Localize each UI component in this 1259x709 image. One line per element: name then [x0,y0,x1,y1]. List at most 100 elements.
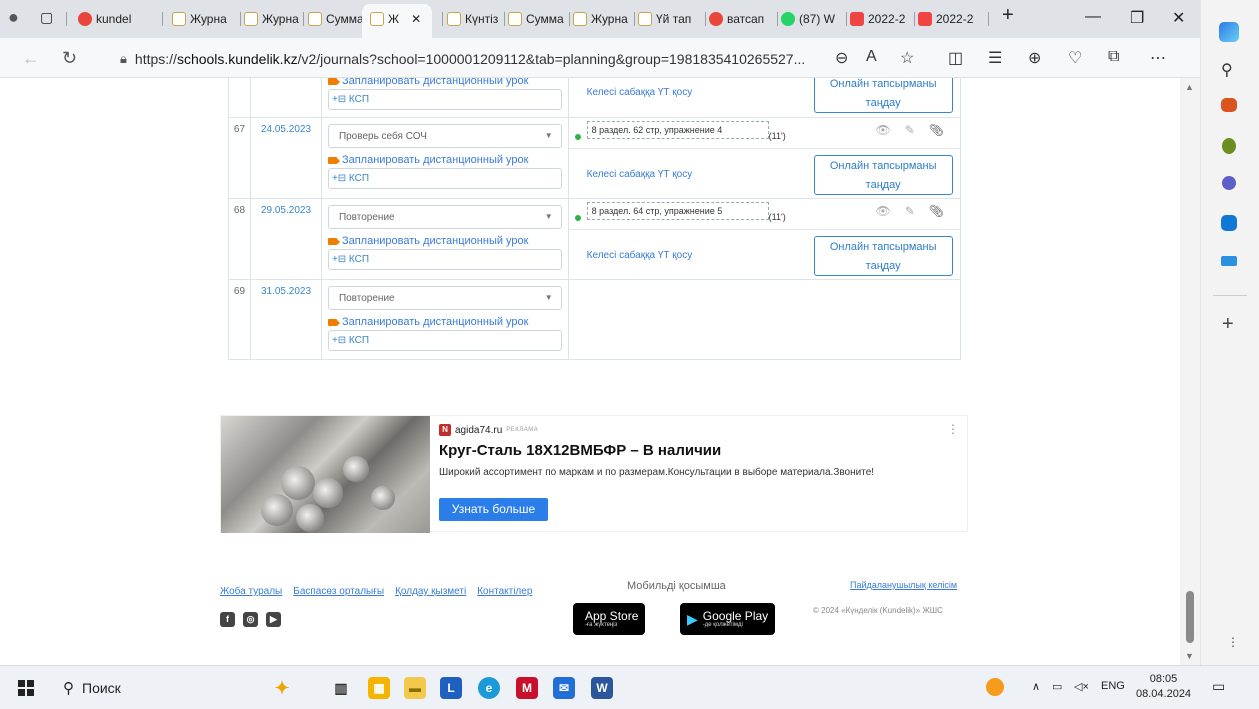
favorites-icon[interactable]: ☰ [988,48,1002,68]
ad-learn-more-button[interactable]: Узнать больше [439,498,548,521]
copilot-sparkle-icon[interactable]: ✦ [262,677,302,699]
mail-icon[interactable]: ✉ [553,677,575,699]
battery-icon[interactable]: ▭ [1052,680,1062,693]
ad-menu-icon[interactable]: ⋮ [947,422,959,436]
browser-essentials-icon[interactable]: ♡ [1068,48,1082,68]
lesson-date[interactable] [249,78,322,118]
app-store-button[interactable]: App Store -ға жүктеңіз [573,603,646,635]
schedule-remote-lesson-link[interactable]: Запланировать дистанционный урок [327,316,562,328]
tab-6[interactable]: Сумма [508,8,564,30]
word-icon[interactable]: W [591,677,613,699]
topic-select[interactable]: Повторение ▼ [327,286,562,310]
language-indicator[interactable]: ENG [1101,680,1125,692]
ms-store-icon[interactable]: ▦ [368,677,390,699]
ksp-button[interactable]: +⊟ КСП [327,89,562,110]
weather-icon[interactable] [986,678,1004,696]
volume-icon[interactable]: ◁× [1074,680,1089,693]
instagram-icon[interactable]: ◎ [243,612,258,627]
mcafee-icon[interactable]: M [516,677,538,699]
pencil-icon[interactable]: ✎ [905,123,915,137]
restore-icon[interactable]: ❐ [1130,8,1144,28]
split-screen-icon[interactable]: ◫ [948,48,963,68]
homework-text[interactable]: 8 раздел. 64 стр, упражнение 5 [586,202,769,220]
tab-active[interactable]: Ж ✕ [370,8,421,30]
topic-select[interactable]: Проверь себя СОЧ ▼ [327,124,562,148]
add-next-homework-link[interactable]: Келесі сабаққа ҮТ қосу [587,87,693,98]
close-tab-icon[interactable]: ✕ [411,12,421,26]
schedule-remote-lesson-link[interactable]: Запланировать дистанционный урок [327,78,562,87]
eye-icon[interactable]: 👁︎ [875,204,890,218]
drop-icon[interactable] [1221,256,1237,266]
lesson-date[interactable]: 31.05.2023 [249,279,322,360]
shopping-icon[interactable] [1221,98,1237,112]
youtube-icon[interactable]: ▶ [266,612,281,627]
advertisement[interactable]: N agida74.ru РЕКЛАМА Круг-Сталь 18Х12ВМБ… [220,415,968,533]
read-aloud-icon[interactable]: A [866,48,877,66]
add-next-homework-link[interactable]: Келесі сабаққа ҮТ қосу [587,250,693,261]
user-agreement-link[interactable]: Пайдаланушылық келісім [850,580,957,590]
lesson-date[interactable]: 24.05.2023 [249,117,322,199]
footer-link-press[interactable]: Баспасөз орталығы [293,586,384,597]
scroll-down-icon[interactable]: ▼ [1185,651,1194,661]
favorite-star-icon[interactable]: ☆ [900,48,914,68]
zoom-icon[interactable]: ⊖ [835,48,848,68]
tab-12[interactable]: 2022-2 [918,8,973,30]
tab-9[interactable]: ватсап [709,8,764,30]
footer-link-about[interactable]: Жоба туралы [220,586,282,597]
more-menu-icon[interactable]: ⋯ [1150,48,1166,68]
refresh-icon[interactable]: ↻ [62,48,77,69]
footer-link-support[interactable]: Қолдау қызметі [395,586,466,597]
paperclip-icon[interactable]: 📎︎ [929,204,944,218]
ad-source[interactable]: N agida74.ru РЕКЛАМА [439,424,538,436]
office-icon[interactable] [1222,176,1236,190]
facebook-icon[interactable]: f [220,612,235,627]
l-app-icon[interactable]: L [440,677,462,699]
sidebar-settings-icon[interactable]: ⋮ [1227,635,1239,649]
close-window-icon[interactable]: ✕ [1172,8,1185,28]
outlook-icon[interactable] [1221,215,1237,231]
tab-10[interactable]: (87) W [781,8,835,30]
search-icon[interactable]: ⚲ [1221,60,1233,80]
windows-start-icon[interactable] [18,680,34,696]
show-hidden-icons-icon[interactable]: ∧ [1032,680,1040,693]
paperclip-icon[interactable]: 📎︎ [929,123,944,137]
scroll-up-icon[interactable]: ▲ [1185,82,1194,92]
tab-5[interactable]: Күнтіз [447,8,498,30]
notifications-icon[interactable]: ▭ [1212,678,1225,695]
ksp-button[interactable]: +⊟ КСП [327,249,562,270]
schedule-remote-lesson-link[interactable]: Запланировать дистанционный урок [327,235,562,247]
site-info-icon[interactable]: 🔒︎ [120,51,127,67]
lesson-date[interactable]: 29.05.2023 [249,198,322,280]
ksp-button[interactable]: +⊟ КСП [327,330,562,351]
ad-title[interactable]: Круг-Сталь 18Х12ВМБФР – В наличии [439,442,721,459]
online-task-button[interactable]: Онлайн тапсырманы таңдау [813,236,953,276]
system-clock[interactable]: 08:05 08.04.2024 [1136,672,1191,702]
tab-0[interactable]: kundel [78,8,131,30]
eye-icon[interactable]: 👁︎ [875,123,890,137]
tab-1[interactable]: Журна [172,8,227,30]
online-task-button[interactable]: Онлайн тапсырманы таңдау [813,155,953,195]
tab-11[interactable]: 2022-2 [850,8,905,30]
online-task-button[interactable]: Онлайн тапсырманы таңдау [813,78,953,113]
back-icon[interactable]: ← [22,48,40,69]
tab-7[interactable]: Журна [573,8,628,30]
new-tab-icon[interactable]: + [1002,4,1014,27]
ad-image[interactable] [221,416,430,533]
scroll-thumb[interactable] [1186,591,1194,643]
homework-text[interactable]: 8 раздел. 62 стр, упражнение 4 [586,121,769,139]
page-scrollbar[interactable]: ▲ ▼ [1180,78,1200,665]
copilot-icon[interactable] [1219,22,1239,42]
taskbar-search[interactable]: ⚲ Поиск [53,673,243,703]
tab-8[interactable]: Үй тап [638,8,691,30]
add-sidebar-app-icon[interactable]: + [1222,313,1234,336]
extensions-icon[interactable]: ⧉ [1108,48,1119,66]
tab-2[interactable]: Журна [244,8,299,30]
minimize-icon[interactable]: — [1085,8,1101,26]
file-explorer-icon[interactable]: ▬ [404,677,426,699]
schedule-remote-lesson-link[interactable]: Запланировать дистанционный урок [327,154,562,166]
tab-actions-icon[interactable]: ▢ [40,6,53,28]
ksp-button[interactable]: +⊟ КСП [327,168,562,189]
footer-link-contacts[interactable]: Контактілер [477,586,532,597]
pencil-icon[interactable]: ✎ [905,204,915,218]
url-field[interactable]: 🔒︎ https://schools.kundelik.kz/v2/journa… [120,46,940,72]
